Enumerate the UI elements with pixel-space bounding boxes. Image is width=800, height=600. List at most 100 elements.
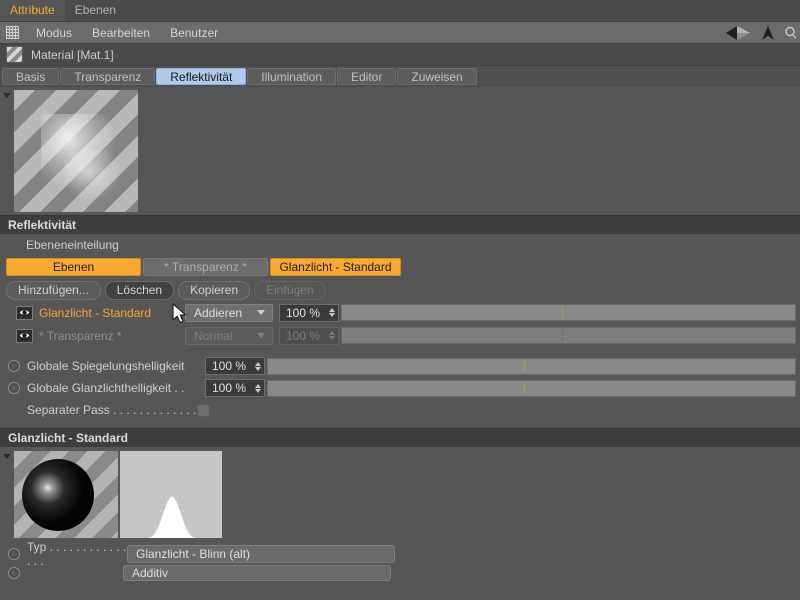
copy-layer-button[interactable]: Kopieren xyxy=(178,280,251,300)
tab-illumination-label: Illumination xyxy=(261,69,322,84)
window-tab-attribute[interactable]: Attribute xyxy=(0,0,65,21)
animate-track-icon[interactable] xyxy=(8,360,20,372)
window-tab-ebenen[interactable]: Ebenen xyxy=(65,0,126,21)
delete-layer-button-label: Löschen xyxy=(116,283,163,297)
tab-editor-label: Editor xyxy=(351,69,383,84)
section-glanzlicht-standard-title: Glanzlicht - Standard xyxy=(8,431,129,445)
global-specular-brightness-input[interactable]: 100 % xyxy=(205,379,265,397)
material-swatch-icon[interactable] xyxy=(6,46,23,63)
global-reflection-brightness-label: Globale Spiegelungshelligkeit xyxy=(27,359,185,373)
global-specular-brightness-value: 100 % xyxy=(212,381,247,395)
layer-opacity-input[interactable]: 100 % xyxy=(279,326,339,345)
layer-visibility-toggle[interactable] xyxy=(16,305,33,320)
section-glanzlicht-standard[interactable]: Glanzlicht - Standard xyxy=(0,428,800,447)
channel-tab-bar: Basis Transparenz Reflektivität Illumina… xyxy=(0,66,800,87)
partition-button-glanzlicht[interactable]: Glanzlicht - Standard xyxy=(270,257,401,276)
menu-item-modus-label: Modus xyxy=(36,25,73,40)
slider-tick xyxy=(523,382,525,394)
partition-button-ebenen[interactable]: Ebenen xyxy=(6,257,141,276)
preview-collapse-toggle[interactable] xyxy=(0,90,14,98)
menu-item-bearbeiten[interactable]: Bearbeiten xyxy=(82,26,160,40)
slider-tick xyxy=(561,307,563,318)
tab-zuweisen[interactable]: Zuweisen xyxy=(397,68,477,85)
ebeneneinteilung-label-row: Ebeneneinteilung xyxy=(0,234,800,256)
stepper-icon[interactable] xyxy=(329,308,335,317)
paste-layer-button[interactable]: Einfügen xyxy=(254,280,326,300)
global-reflection-brightness-input[interactable]: 100 % xyxy=(205,357,265,375)
layer-opacity-input[interactable]: 100 % xyxy=(279,303,339,322)
material-title: Material [Mat.1] xyxy=(31,47,114,62)
menu-item-benutzer[interactable]: Benutzer xyxy=(160,26,228,40)
layer-visibility-toggle[interactable] xyxy=(16,328,33,343)
material-preview-row xyxy=(0,87,800,215)
material-preview[interactable] xyxy=(14,90,138,212)
search-icon[interactable] xyxy=(784,26,796,40)
section-reflektivitaet[interactable]: Reflektivität xyxy=(0,215,800,234)
section-reflektivitaet-title: Reflektivität xyxy=(8,218,77,232)
window-tab-attribute-label: Attribute xyxy=(10,3,55,17)
layer-name: * Transparenz * xyxy=(39,328,122,343)
slider-tick xyxy=(561,330,563,341)
layer-opacity-slider[interactable] xyxy=(341,327,796,344)
tab-illumination[interactable]: Illumination xyxy=(247,68,336,85)
menu-item-modus[interactable]: Modus xyxy=(26,26,82,40)
tab-editor[interactable]: Editor xyxy=(337,68,397,85)
stepper-icon[interactable] xyxy=(255,383,261,393)
delete-layer-button[interactable]: Löschen xyxy=(104,280,175,300)
specular-falloff-curve xyxy=(120,496,222,538)
ebeneneinteilung-label: Ebeneneinteilung xyxy=(26,238,119,252)
animate-track-icon[interactable] xyxy=(8,548,20,560)
specular-mode-value: Additiv xyxy=(132,566,169,580)
separate-pass-row: Separater Pass . . . . . . . . . . . . . xyxy=(0,399,800,421)
grid-icon[interactable] xyxy=(6,26,19,39)
stepper-icon[interactable] xyxy=(329,331,335,340)
layer-blend-mode-value: Addieren xyxy=(194,305,243,320)
chevron-down-icon xyxy=(3,93,11,98)
partition-button-transparenz[interactable]: * Transparenz * xyxy=(143,257,268,276)
nav-forward-icon[interactable] xyxy=(761,25,775,41)
animate-track-icon[interactable] xyxy=(8,567,20,579)
layer-opacity-value: 100 % xyxy=(286,305,321,320)
layer-blend-mode-value: Normal xyxy=(194,328,233,343)
global-specular-brightness-row: Globale Glanzlichthelligkeit . . 100 % xyxy=(0,377,800,399)
table-row[interactable]: * Transparenz * Normal 100 % xyxy=(0,324,800,347)
specular-curve-preview[interactable] xyxy=(120,451,222,538)
cinema4d-attribute-manager: Attribute Ebenen Modus Bearbeiten Benutz… xyxy=(0,0,800,600)
stepper-icon[interactable] xyxy=(255,361,261,371)
menu-item-benutzer-label: Benutzer xyxy=(170,25,219,40)
partition-button-ebenen-label: Ebenen xyxy=(52,259,95,274)
eye-icon xyxy=(18,332,31,339)
menu-bar: Modus Bearbeiten Benutzer xyxy=(0,22,800,44)
tab-basis-label: Basis xyxy=(16,69,46,84)
material-header: Material [Mat.1] xyxy=(0,44,800,66)
nav-back-icon[interactable] xyxy=(724,25,752,41)
specular-sphere-preview[interactable] xyxy=(14,451,118,538)
layer-blend-mode-select[interactable]: Normal xyxy=(185,326,273,345)
add-layer-button-label: Hinzufügen... xyxy=(18,283,89,297)
menu-bar-right-controls xyxy=(724,22,798,44)
global-reflection-brightness-slider[interactable] xyxy=(267,357,796,375)
table-row[interactable]: Glanzlicht - Standard Addieren 100 % xyxy=(0,301,800,324)
tab-reflektivitaet[interactable]: Reflektivität xyxy=(156,68,247,85)
tab-basis[interactable]: Basis xyxy=(2,68,60,85)
layer-blend-mode-select[interactable]: Addieren xyxy=(185,303,273,322)
separate-pass-checkbox[interactable] xyxy=(197,403,210,417)
tab-transparenz[interactable]: Transparenz xyxy=(60,68,156,85)
layer-opacity-slider[interactable] xyxy=(341,304,796,321)
slider-tick xyxy=(523,360,525,372)
specular-sphere xyxy=(22,459,94,531)
specular-type-value: Glanzlicht - Blinn (alt) xyxy=(136,547,251,561)
specular-mode-select[interactable]: Additiv xyxy=(123,565,391,581)
add-layer-button[interactable]: Hinzufügen... xyxy=(6,280,101,300)
specular-collapse-toggle[interactable] xyxy=(0,451,14,459)
global-specular-brightness-slider[interactable] xyxy=(267,379,796,397)
specular-type-select[interactable]: Glanzlicht - Blinn (alt) xyxy=(127,545,395,563)
layer-partition-bar: Ebenen * Transparenz * Glanzlicht - Stan… xyxy=(0,256,800,277)
layer-name: Glanzlicht - Standard xyxy=(39,305,152,320)
copy-layer-button-label: Kopieren xyxy=(190,283,239,297)
chevron-down-icon xyxy=(3,454,11,459)
specular-type-row: Typ . . . . . . . . . . . . . . . Glanzl… xyxy=(0,540,800,568)
animate-track-icon[interactable] xyxy=(8,382,20,394)
